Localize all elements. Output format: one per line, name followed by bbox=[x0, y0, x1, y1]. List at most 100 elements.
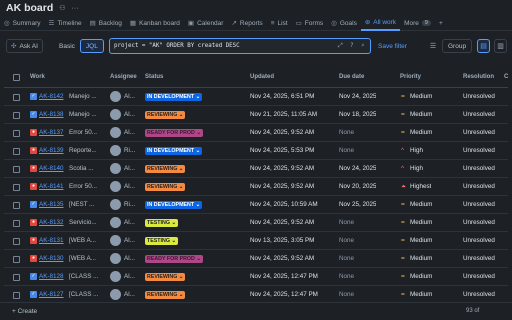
row-checkbox[interactable] bbox=[13, 129, 20, 137]
row-checkbox[interactable] bbox=[13, 273, 20, 281]
expand-icon[interactable]: ⤢ bbox=[338, 42, 343, 50]
issue-key-link[interactable]: AK-8142 bbox=[39, 93, 64, 100]
issue-key-link[interactable]: AK-8131 bbox=[39, 237, 64, 244]
avatar[interactable] bbox=[110, 109, 121, 120]
column-status[interactable]: Status bbox=[145, 74, 163, 80]
issue-key-link[interactable]: AK-8130 bbox=[39, 255, 64, 262]
issue-summary[interactable]: [CLASS ... bbox=[69, 291, 98, 298]
issue-summary[interactable]: Manejo ... bbox=[69, 111, 97, 118]
column-priority[interactable]: Priority bbox=[400, 74, 421, 80]
status-lozenge[interactable]: REVIEWING ⌄ bbox=[145, 291, 186, 299]
row-checkbox[interactable] bbox=[13, 183, 20, 191]
status-lozenge[interactable]: REVIEWING ⌄ bbox=[145, 111, 186, 119]
issue-summary[interactable]: Error 50... bbox=[69, 183, 97, 190]
column-updated[interactable]: Updated bbox=[250, 74, 274, 80]
issue-summary[interactable]: Scotia ... bbox=[69, 165, 94, 172]
avatar[interactable] bbox=[110, 145, 121, 156]
column-resolution[interactable]: Resolution bbox=[463, 74, 494, 80]
row-checkbox[interactable] bbox=[13, 93, 20, 101]
tab-summary[interactable]: ◎ Summary bbox=[0, 16, 44, 31]
table-row[interactable]: ● AK-8139 Reporte... Ri... IN DEVELOPMENT ⌄ N… bbox=[4, 142, 508, 160]
table-row[interactable]: ✓ AK-8135 [NEST ... Ri... IN DEVELOPMENT ⌄ No… bbox=[4, 196, 508, 214]
avatar[interactable] bbox=[110, 253, 121, 264]
table-row[interactable]: ● AK-8132 Servicio... Al... TESTING ⌄ Nov 24,… bbox=[4, 214, 508, 232]
issue-summary[interactable]: [WEB A... bbox=[69, 255, 96, 262]
tab-backlog[interactable]: ▤ Backlog bbox=[86, 16, 126, 31]
avatar[interactable] bbox=[110, 217, 121, 228]
jql-mode-button[interactable]: JQL bbox=[79, 39, 104, 53]
column-created[interactable]: C bbox=[504, 74, 508, 80]
status-lozenge[interactable]: TESTING ⌄ bbox=[145, 219, 178, 227]
table-row[interactable]: ✓ AK-8142 Manejo ... Al... IN DEVELOPMENT ⌄ N… bbox=[4, 88, 508, 106]
row-checkbox[interactable] bbox=[13, 219, 20, 227]
row-checkbox[interactable] bbox=[13, 255, 20, 263]
team-icon[interactable]: ⚇ bbox=[59, 4, 65, 12]
add-tab-icon[interactable]: + bbox=[435, 16, 447, 31]
table-row[interactable]: ✓ AK-8128 [CLASS ... Al... REVIEWING ⌄ Nov 24… bbox=[4, 268, 508, 286]
status-lozenge[interactable]: REVIEWING ⌄ bbox=[145, 273, 186, 281]
issue-summary[interactable]: Error 50... bbox=[69, 129, 97, 136]
row-checkbox[interactable] bbox=[13, 111, 20, 119]
table-row[interactable]: ● AK-8140 Scotia ... Al... REVIEWING ⌄ Nov 24… bbox=[4, 160, 508, 178]
filter-settings-icon[interactable]: ☰ bbox=[426, 39, 440, 53]
issue-summary[interactable]: [NEST ... bbox=[69, 201, 94, 208]
issue-key-link[interactable]: AK-8132 bbox=[39, 219, 64, 226]
issue-key-link[interactable]: AK-8138 bbox=[39, 111, 64, 118]
avatar[interactable] bbox=[110, 199, 121, 210]
avatar[interactable] bbox=[110, 91, 121, 102]
tab-more[interactable]: More 9 bbox=[400, 16, 435, 31]
tab-reports[interactable]: ↗ Reports bbox=[227, 16, 266, 31]
issue-summary[interactable]: Reporte... bbox=[69, 147, 97, 154]
issue-summary[interactable]: [CLASS ... bbox=[69, 273, 98, 280]
status-lozenge[interactable]: REVIEWING ⌄ bbox=[145, 165, 186, 173]
group-button[interactable]: Group bbox=[442, 39, 473, 53]
tab-forms[interactable]: ▭ Forms bbox=[292, 16, 328, 31]
status-lozenge[interactable]: REVIEWING ⌄ bbox=[145, 183, 186, 191]
avatar[interactable] bbox=[110, 271, 121, 282]
avatar[interactable] bbox=[110, 181, 121, 192]
table-row[interactable]: ● AK-8130 [WEB A... Al... READY FOR PROD ⌄ No… bbox=[4, 250, 508, 268]
avatar[interactable] bbox=[110, 163, 121, 174]
issue-key-link[interactable]: AK-8128 bbox=[39, 273, 64, 280]
status-lozenge[interactable]: TESTING ⌄ bbox=[145, 237, 178, 245]
jql-query-input[interactable]: project = "AK" ORDER BY created DESC ⤢ ?… bbox=[109, 38, 371, 54]
row-checkbox[interactable] bbox=[13, 147, 20, 155]
status-lozenge[interactable]: READY FOR PROD ⌄ bbox=[145, 129, 203, 137]
create-button[interactable]: + Create bbox=[12, 308, 37, 315]
issue-summary[interactable]: Servicio... bbox=[69, 219, 97, 226]
issue-summary[interactable]: [WEB A... bbox=[69, 237, 96, 244]
row-checkbox[interactable] bbox=[13, 291, 20, 299]
tab-kanban-board[interactable]: ▦ Kanban board bbox=[126, 16, 184, 31]
row-checkbox[interactable] bbox=[13, 165, 20, 173]
issue-key-link[interactable]: AK-8140 bbox=[39, 165, 64, 172]
avatar[interactable] bbox=[110, 289, 121, 300]
basic-mode-button[interactable]: Basic bbox=[54, 39, 80, 53]
tab-goals[interactable]: ◎ Goals bbox=[327, 16, 361, 31]
avatar[interactable] bbox=[110, 235, 121, 246]
save-filter-button[interactable]: Save filter bbox=[378, 39, 407, 53]
table-row[interactable]: ● AK-8141 Error 50... Al... REVIEWING ⌄ Nov 2… bbox=[4, 178, 508, 196]
more-options-icon[interactable]: ··· bbox=[72, 5, 79, 12]
tab-calendar[interactable]: ▣ Calendar bbox=[184, 16, 228, 31]
issue-key-link[interactable]: AK-8141 bbox=[39, 183, 64, 190]
status-lozenge[interactable]: IN DEVELOPMENT ⌄ bbox=[145, 93, 203, 101]
select-all-checkbox[interactable] bbox=[13, 74, 20, 81]
tab-list[interactable]: ≡ List bbox=[267, 16, 292, 31]
help-icon[interactable]: ? bbox=[350, 42, 354, 49]
issue-key-link[interactable]: AK-8135 bbox=[39, 201, 64, 208]
issue-key-link[interactable]: AK-8139 bbox=[39, 147, 64, 154]
table-row[interactable]: ✓ AK-8138 Manejo ... Al... REVIEWING ⌄ Nov 21… bbox=[4, 106, 508, 124]
status-lozenge[interactable]: IN DEVELOPMENT ⌄ bbox=[145, 201, 203, 209]
avatar[interactable] bbox=[110, 127, 121, 138]
table-row[interactable]: ● AK-8137 Error 50... Al... READY FOR PROD ⌄… bbox=[4, 124, 508, 142]
row-checkbox[interactable] bbox=[13, 201, 20, 209]
issue-key-link[interactable]: AK-8137 bbox=[39, 129, 64, 136]
detail-view-icon[interactable]: ▥ bbox=[494, 39, 507, 53]
issue-key-link[interactable]: AK-8127 bbox=[39, 291, 64, 298]
issue-summary[interactable]: Manejo ... bbox=[69, 93, 97, 100]
row-checkbox[interactable] bbox=[13, 237, 20, 245]
search-icon[interactable]: ⌕ bbox=[361, 42, 365, 49]
table-row[interactable]: ● AK-8131 [WEB A... Al... TESTING ⌄ Nov 13, 2… bbox=[4, 232, 508, 250]
status-lozenge[interactable]: IN DEVELOPMENT ⌄ bbox=[145, 147, 203, 155]
column-assignee[interactable]: Assignee bbox=[110, 74, 137, 80]
